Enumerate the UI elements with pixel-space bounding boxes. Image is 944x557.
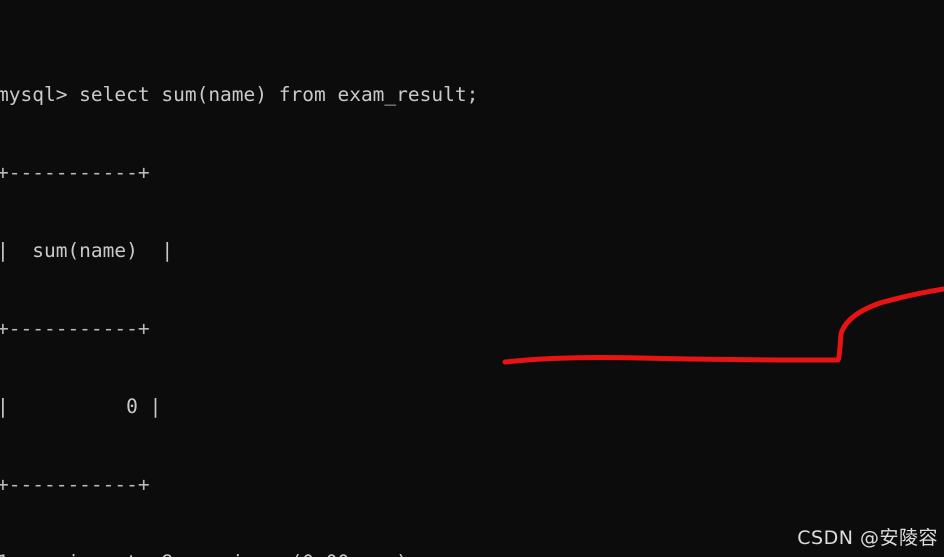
result-1-bottom-border: +-----------+ (0, 473, 150, 496)
csdn-watermark: CSDN @安陵容 (797, 527, 938, 549)
result-1-top-border: +-----------+ (0, 161, 150, 184)
mysql-terminal-window: mysql> select sum(name) from exam_result… (0, 0, 944, 557)
result-1-header-row: | sum(name) | (0, 239, 174, 262)
terminal-screen: mysql> select sum(name) from exam_result… (0, 4, 764, 557)
result-1-mid-border: +-----------+ (0, 317, 150, 340)
result-1-value-row: | 0 | (0, 395, 162, 418)
result-1-status-line: 1 row in set, 8 warnings (0.00 sec) (0, 550, 764, 557)
query-1-command: mysql> select sum(name) from exam_result… (0, 83, 479, 106)
